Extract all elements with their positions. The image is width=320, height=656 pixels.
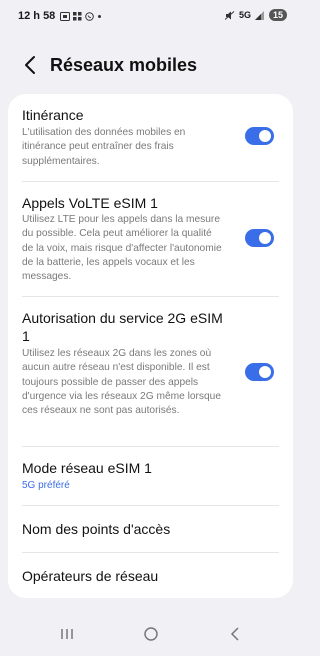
- network-mode-title: Mode réseau eSIM 1: [22, 460, 152, 476]
- dot-icon: [98, 14, 102, 18]
- access-points-title: Nom des points d'accès: [22, 521, 171, 537]
- volte-toggle[interactable]: [245, 229, 274, 247]
- battery-indicator: 15: [268, 9, 287, 21]
- status-time: 12 h 58: [18, 10, 56, 22]
- mute-icon: [224, 10, 235, 20]
- network-mode-value: 5G préféré: [22, 480, 70, 491]
- roaming-title: Itinérance: [22, 107, 84, 123]
- page-title: Réseaux mobiles: [50, 55, 198, 75]
- status-bar: 12 h 58 5G 15: [0, 0, 301, 32]
- toggle-knob: [259, 130, 271, 142]
- screenshot-icon: [60, 11, 71, 21]
- grid-icon: [73, 11, 82, 20]
- toggle-knob: [259, 232, 271, 244]
- access-points-setting[interactable]: Nom des points d'accès: [8, 506, 293, 552]
- roaming-toggle[interactable]: [245, 127, 274, 145]
- volte-setting[interactable]: Appels VoLTE eSIM 1 Utilisez LTE pour le…: [8, 182, 293, 296]
- service-2g-title: Autorisation du service 2G eSIM 1: [22, 310, 223, 344]
- signal-icon: [254, 10, 264, 20]
- app-header: Réseaux mobiles: [0, 48, 301, 88]
- chevron-left-icon[interactable]: [20, 54, 42, 76]
- volte-description: Utilisez LTE pour les appels dans la mes…: [22, 214, 222, 283]
- back-icon[interactable]: [229, 627, 241, 641]
- recents-icon[interactable]: [60, 627, 74, 641]
- roaming-setting[interactable]: Itinérance L'utilisation des données mob…: [8, 94, 293, 181]
- roaming-description: L'utilisation des données mobiles en iti…: [22, 127, 186, 167]
- whatsapp-icon: [85, 11, 95, 21]
- service-2g-setting[interactable]: Autorisation du service 2G eSIM 1 Utilis…: [8, 297, 293, 446]
- network-type: 5G: [238, 10, 251, 20]
- network-mode-setting[interactable]: Mode réseau eSIM 1 5G préféré: [8, 447, 293, 505]
- operators-setting[interactable]: Opérateurs de réseau: [8, 553, 293, 598]
- service-2g-toggle[interactable]: [245, 363, 274, 381]
- volte-title: Appels VoLTE eSIM 1: [22, 195, 158, 211]
- toggle-knob: [259, 366, 271, 378]
- service-2g-description: Utilisez les réseaux 2G dans les zones o…: [22, 348, 222, 417]
- operators-title: Opérateurs de réseau: [22, 568, 159, 584]
- settings-card: Itinérance L'utilisation des données mob…: [8, 94, 293, 598]
- home-icon[interactable]: [143, 627, 159, 643]
- navigation-bar: [0, 615, 301, 656]
